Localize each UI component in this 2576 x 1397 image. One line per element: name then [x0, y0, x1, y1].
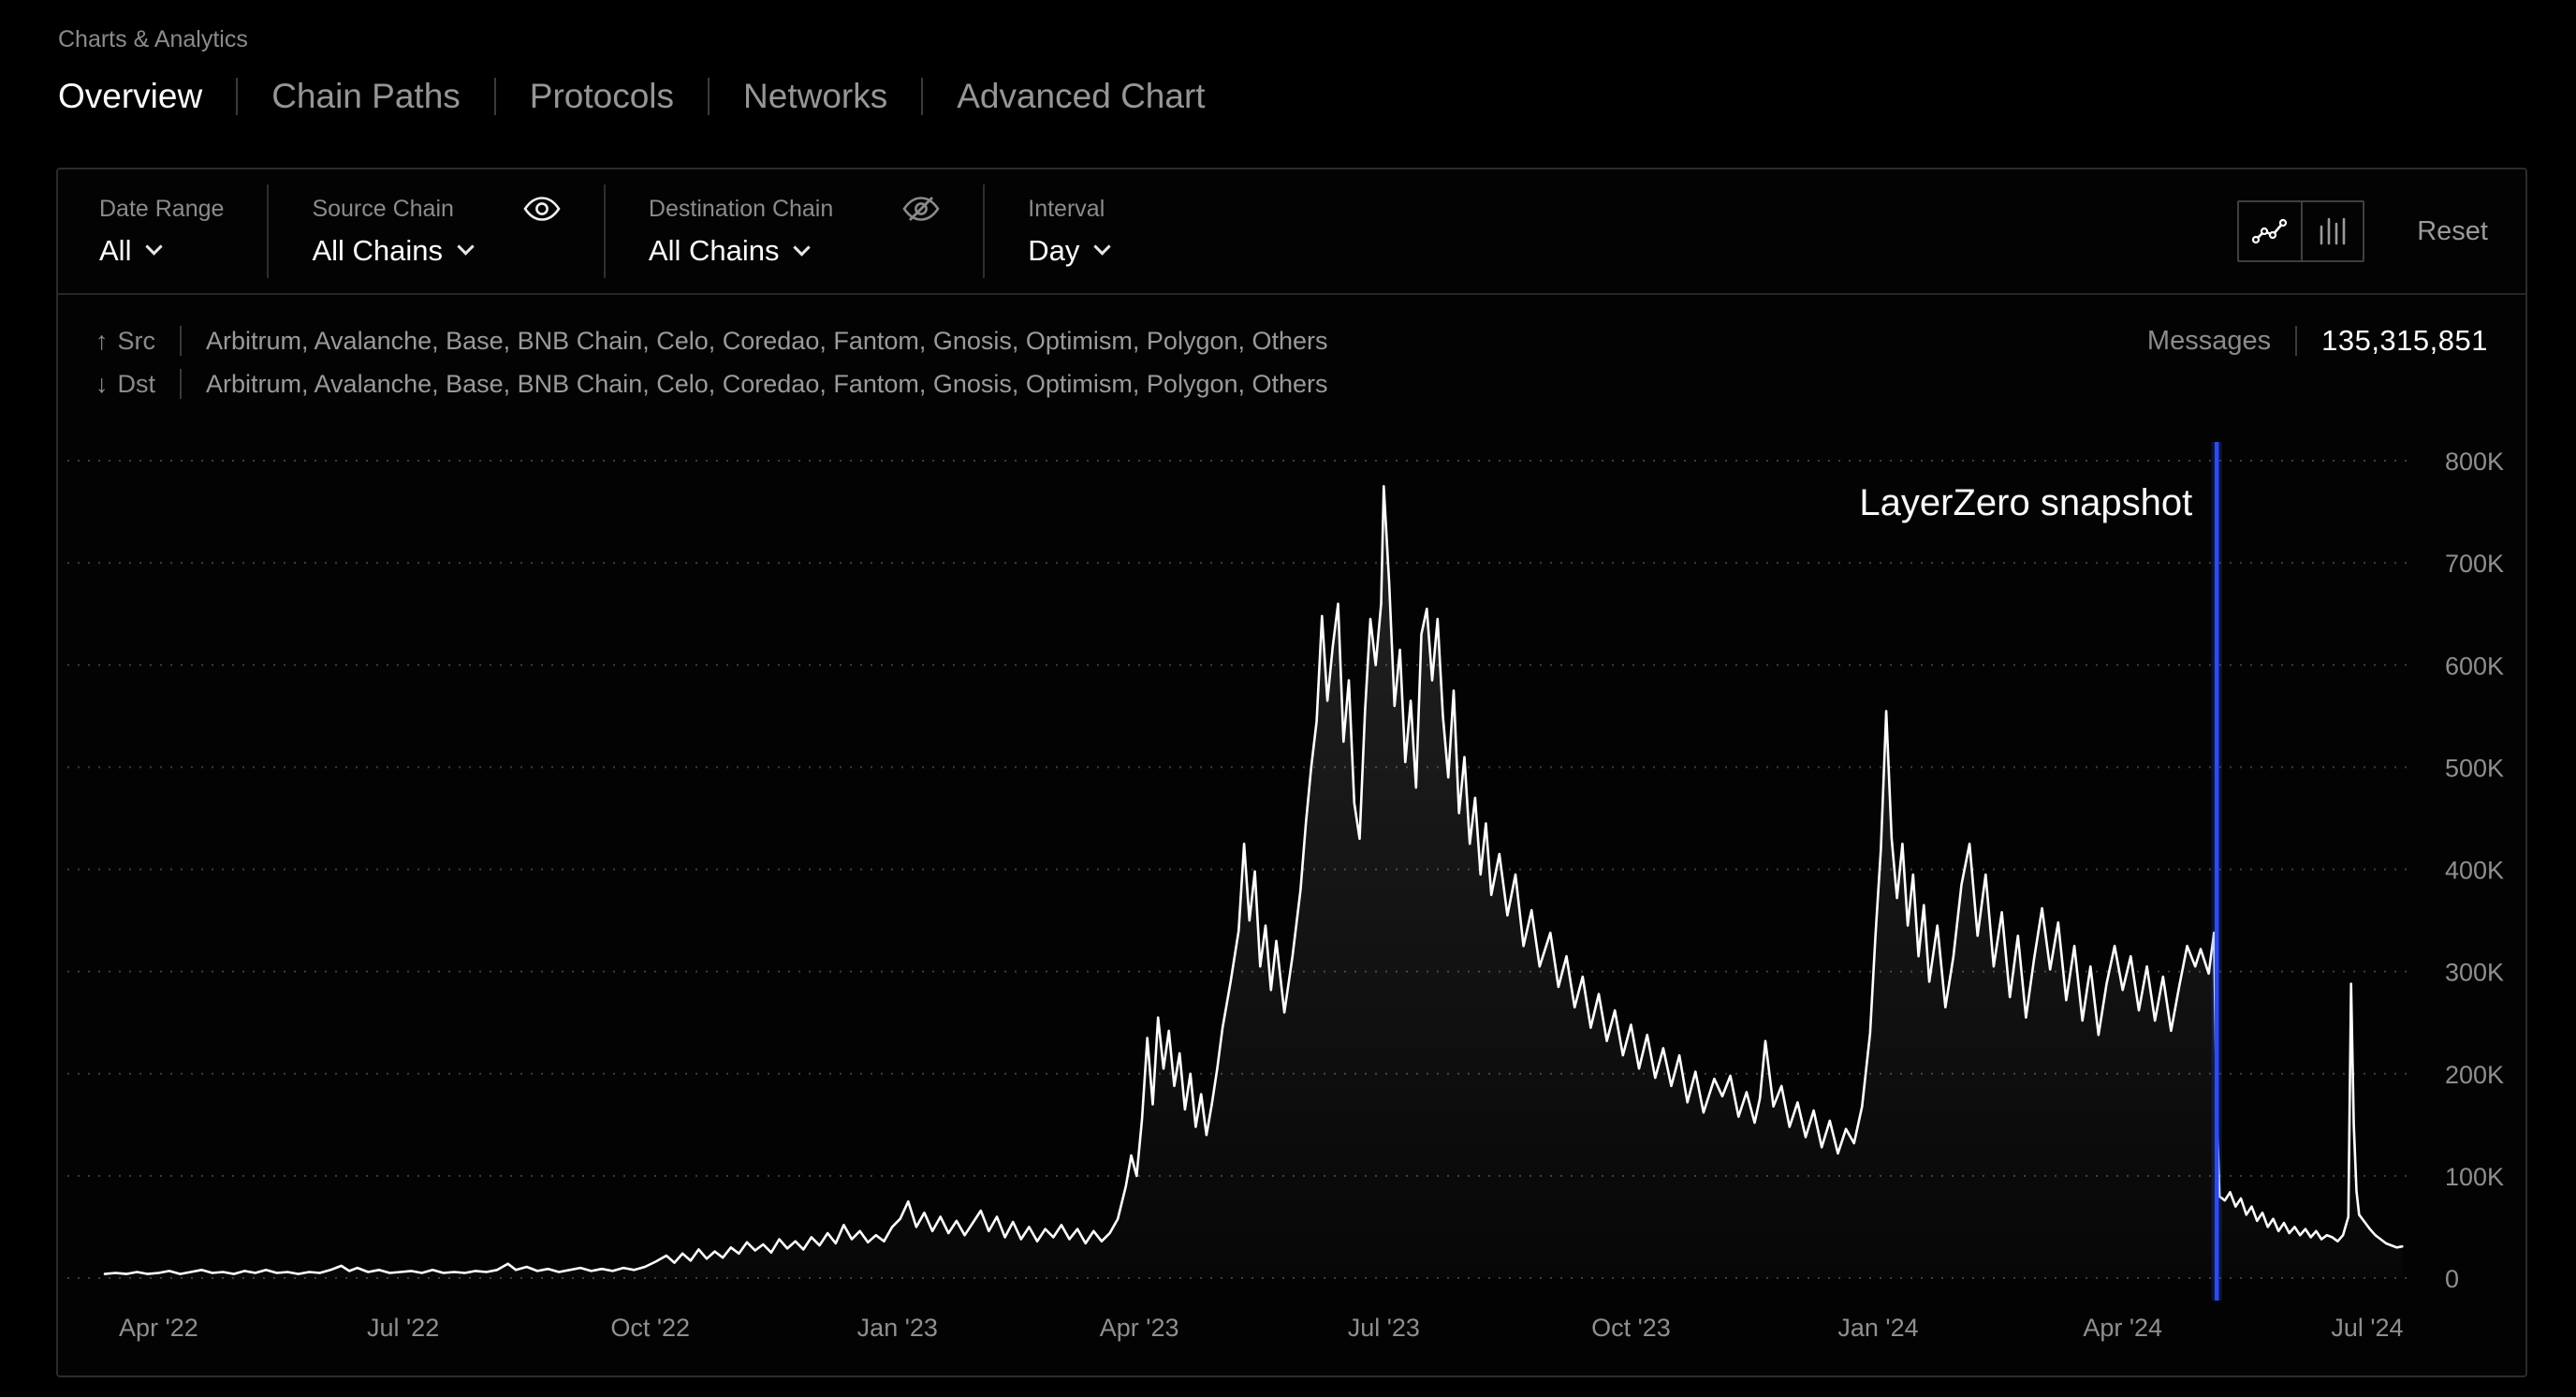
filter-date-range: Date Range All [95, 184, 267, 278]
filter-interval: Interval Day [983, 184, 1151, 278]
src-arrow-up-icon: ↑ [95, 327, 109, 356]
y-axis-tick-label: 700K [2445, 550, 2504, 578]
dst-chain-list: Arbitrum, Avalanche, Base, BNB Chain, Ce… [206, 370, 1328, 399]
chart-hover-area[interactable] [105, 442, 2408, 1301]
y-axis-tick-label: 300K [2445, 959, 2504, 987]
eye-off-icon [902, 195, 940, 223]
interval-label: Interval [1028, 196, 1105, 223]
interval-dropdown[interactable]: Day [1028, 234, 1108, 268]
source-chain-value: All Chains [312, 234, 443, 268]
bar-chart-toggle-button[interactable] [2301, 202, 2363, 260]
date-range-value: All [99, 234, 131, 268]
breadcrumb: Charts & Analytics [58, 26, 248, 53]
messages-value: 135,315,851 [2321, 324, 2488, 358]
x-axis-tick-label: Apr '24 [2083, 1314, 2162, 1342]
tab-chain-paths[interactable]: Chain Paths [238, 77, 494, 116]
x-axis-tick-label: Jul '22 [367, 1314, 439, 1342]
dst-label: Dst [118, 370, 156, 399]
filter-right-controls: Reset [2237, 200, 2488, 262]
destination-chain-label: Destination Chain [649, 196, 833, 223]
tab-overview[interactable]: Overview [58, 77, 236, 116]
chart-type-toggle [2237, 200, 2364, 262]
eye-icon [523, 196, 561, 222]
tab-protocols[interactable]: Protocols [496, 77, 708, 116]
page: { "breadcrumb": "Charts & Analytics", "t… [0, 0, 2576, 1397]
source-chain-label: Source Chain [312, 196, 453, 223]
date-range-dropdown[interactable]: All [99, 234, 224, 268]
charts-panel: Date Range All Source Chain All Chains [56, 168, 2527, 1377]
filter-source-chain: Source Chain All Chains [267, 184, 603, 278]
line-chart-toggle-button[interactable] [2239, 202, 2301, 260]
destination-chain-value: All Chains [649, 234, 780, 268]
dst-arrow-down-icon: ↓ [95, 370, 109, 399]
messages-label: Messages [2147, 326, 2271, 357]
source-chains-row: ↑ Src Arbitrum, Avalanche, Base, BNB Cha… [95, 319, 2488, 362]
messages-over-time-chart[interactable]: 0 100K 200K 300K 400K 500K 600K 700K 800K Apr '22… [58, 409, 2525, 1364]
messages-summary: Messages 135,315,851 [2147, 324, 2488, 358]
chevron-down-icon [1094, 238, 1111, 255]
line-chart-icon [2252, 217, 2288, 245]
x-axis-tick-label: Jul '23 [1348, 1314, 1420, 1342]
y-axis-tick-label: 100K [2445, 1163, 2504, 1191]
tab-networks[interactable]: Networks [710, 77, 921, 116]
src-label: Src [118, 327, 156, 356]
x-axis-tick-label: Oct '22 [610, 1314, 690, 1342]
destination-chains-row: ↓ Dst Arbitrum, Avalanche, Base, BNB Cha… [95, 362, 2488, 405]
x-axis-tick-label: Oct '23 [1591, 1314, 1671, 1342]
y-axis-tick-label: 0 [2445, 1265, 2459, 1293]
y-axis-tick-label: 600K [2445, 652, 2504, 680]
divider [2295, 326, 2297, 356]
destination-visibility-toggle[interactable] [902, 195, 940, 223]
date-range-label: Date Range [99, 196, 224, 223]
y-axis-tick-label: 500K [2445, 754, 2504, 782]
source-visibility-toggle[interactable] [523, 196, 561, 222]
bar-chart-icon [2316, 215, 2349, 247]
source-chain-dropdown[interactable]: All Chains [312, 234, 560, 268]
y-axis-tick-label: 200K [2445, 1061, 2504, 1089]
tab-bar: Overview Chain Paths Protocols Networks … [58, 77, 1239, 116]
y-axis-tick-label: 400K [2445, 857, 2504, 885]
reset-button[interactable]: Reset [2417, 216, 2488, 247]
tab-advanced-chart[interactable]: Advanced Chart [923, 77, 1238, 116]
x-axis-tick-label: Jan '23 [857, 1314, 938, 1342]
filter-destination-chain: Destination Chain All Chains [604, 184, 983, 278]
divider [180, 369, 182, 399]
chevron-down-icon [146, 238, 163, 255]
divider [180, 326, 182, 356]
chart-summary: ↑ Src Arbitrum, Avalanche, Base, BNB Cha… [58, 295, 2525, 405]
chevron-down-icon [794, 239, 811, 256]
interval-value: Day [1028, 234, 1079, 268]
y-axis-tick-label: 800K [2445, 448, 2504, 476]
x-axis-tick-label: Jul '24 [2331, 1314, 2403, 1342]
chevron-down-icon [457, 238, 474, 255]
x-axis-tick-label: Jan '24 [1837, 1314, 1918, 1342]
x-axis-tick-label: Apr '23 [1100, 1314, 1179, 1342]
src-chain-list: Arbitrum, Avalanche, Base, BNB Chain, Ce… [206, 327, 1328, 356]
filter-bar: Date Range All Source Chain All Chains [58, 169, 2525, 295]
destination-chain-dropdown[interactable]: All Chains [649, 234, 940, 268]
x-axis-tick-label: Apr '22 [119, 1314, 198, 1342]
